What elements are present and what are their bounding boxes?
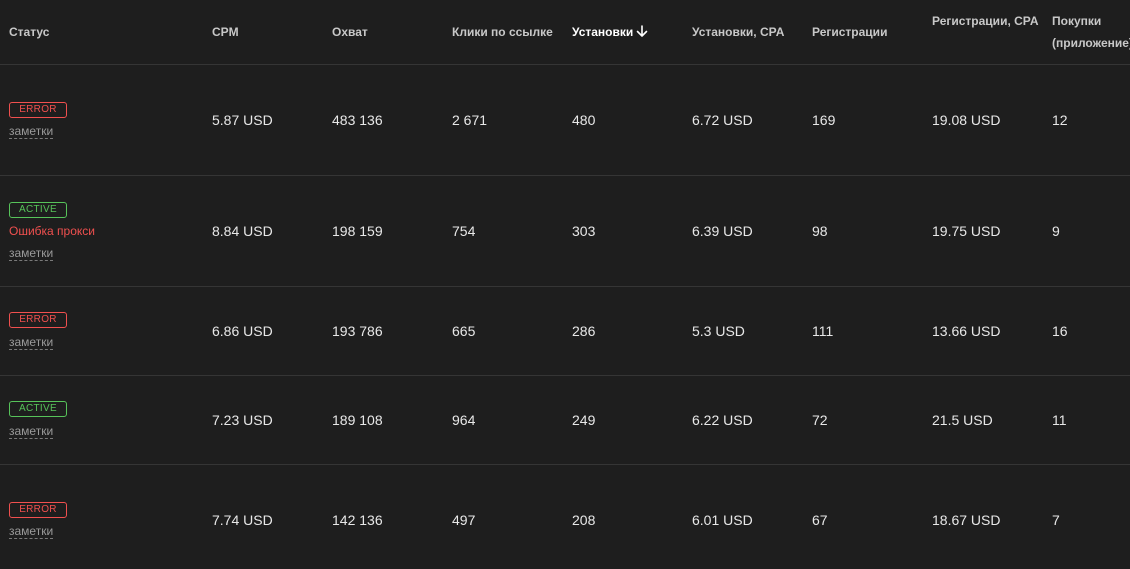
header-installs-label: Установки — [572, 25, 634, 39]
cpm-value: 5.87 USD — [212, 112, 273, 128]
registrations-cpa-value: 18.67 USD — [932, 512, 1001, 528]
installs-value: 208 — [572, 512, 596, 528]
table-row: ACTIVE Ошибка прокси заметки 8.84 USD 19… — [0, 176, 1130, 287]
reach-value: 193 786 — [332, 323, 383, 339]
clicks-value: 754 — [452, 223, 476, 239]
reach-value: 189 108 — [332, 412, 383, 428]
table-header-row: Статус CPM Охват Клики по ссылке Установ… — [0, 0, 1130, 65]
header-status[interactable]: Статус — [9, 25, 49, 39]
header-purchases-line1[interactable]: Покупки — [1052, 14, 1101, 28]
notes-link[interactable]: заметки — [9, 125, 54, 139]
notes-link[interactable]: заметки — [9, 336, 54, 350]
header-installs[interactable]: Установки — [572, 25, 648, 41]
installs-value: 303 — [572, 223, 596, 239]
table-row: ERROR заметки 7.74 USD 142 136 497 208 6… — [0, 465, 1130, 569]
header-registrations-cpa[interactable]: Регистрации, CPA — [932, 14, 1039, 28]
installs-value: 286 — [572, 323, 596, 339]
registrations-cpa-value: 19.75 USD — [932, 223, 1001, 239]
notes-link[interactable]: заметки — [9, 247, 54, 261]
header-reach[interactable]: Охват — [332, 25, 368, 39]
status-badge: ERROR — [9, 502, 67, 518]
header-registrations[interactable]: Регистрации — [812, 25, 887, 39]
header-cpm[interactable]: CPM — [212, 25, 239, 39]
registrations-cpa-value: 21.5 USD — [932, 412, 993, 428]
purchases-value: 12 — [1052, 112, 1068, 128]
status-badge: ACTIVE — [9, 401, 67, 417]
registrations-value: 72 — [812, 412, 828, 428]
registrations-value: 111 — [812, 323, 834, 339]
reach-value: 198 159 — [332, 223, 383, 239]
header-clicks[interactable]: Клики по ссылке — [452, 25, 553, 39]
status-badge: ERROR — [9, 102, 67, 118]
table-row: ACTIVE заметки 7.23 USD 189 108 964 249 … — [0, 376, 1130, 465]
installs-cpa-value: 6.22 USD — [692, 412, 753, 428]
arrow-down-icon — [636, 25, 648, 41]
proxy-error-text: Ошибка прокси — [9, 224, 95, 238]
purchases-value: 11 — [1052, 412, 1067, 428]
notes-link[interactable]: заметки — [9, 525, 54, 539]
campaign-stats-table: Статус CPM Охват Клики по ссылке Установ… — [0, 0, 1130, 569]
installs-value: 249 — [572, 412, 596, 428]
installs-cpa-value: 6.39 USD — [692, 223, 753, 239]
status-badge: ERROR — [9, 312, 67, 328]
header-installs-cpa[interactable]: Установки, CPA — [692, 25, 784, 39]
status-badge: ACTIVE — [9, 202, 67, 218]
clicks-value: 2 671 — [452, 112, 488, 128]
registrations-value: 67 — [812, 512, 828, 528]
clicks-value: 665 — [452, 323, 476, 339]
cpm-value: 6.86 USD — [212, 323, 273, 339]
cpm-value: 7.23 USD — [212, 412, 273, 428]
cpm-value: 8.84 USD — [212, 223, 273, 239]
installs-value: 480 — [572, 112, 596, 128]
purchases-value: 7 — [1052, 512, 1060, 528]
installs-cpa-value: 6.72 USD — [692, 112, 753, 128]
purchases-value: 9 — [1052, 223, 1060, 239]
table-row: ERROR заметки 5.87 USD 483 136 2 671 480… — [0, 65, 1130, 176]
installs-cpa-value: 6.01 USD — [692, 512, 753, 528]
table-row: ERROR заметки 6.86 USD 193 786 665 286 5… — [0, 287, 1130, 376]
cpm-value: 7.74 USD — [212, 512, 273, 528]
clicks-value: 964 — [452, 412, 476, 428]
header-purchases-line2[interactable]: (приложение) — [1052, 36, 1130, 50]
clicks-value: 497 — [452, 512, 476, 528]
purchases-value: 16 — [1052, 323, 1068, 339]
notes-link[interactable]: заметки — [9, 425, 54, 439]
registrations-cpa-value: 13.66 USD — [932, 323, 1001, 339]
reach-value: 483 136 — [332, 112, 383, 128]
reach-value: 142 136 — [332, 512, 383, 528]
registrations-value: 98 — [812, 223, 828, 239]
registrations-value: 169 — [812, 112, 836, 128]
installs-cpa-value: 5.3 USD — [692, 323, 745, 339]
registrations-cpa-value: 19.08 USD — [932, 112, 1001, 128]
